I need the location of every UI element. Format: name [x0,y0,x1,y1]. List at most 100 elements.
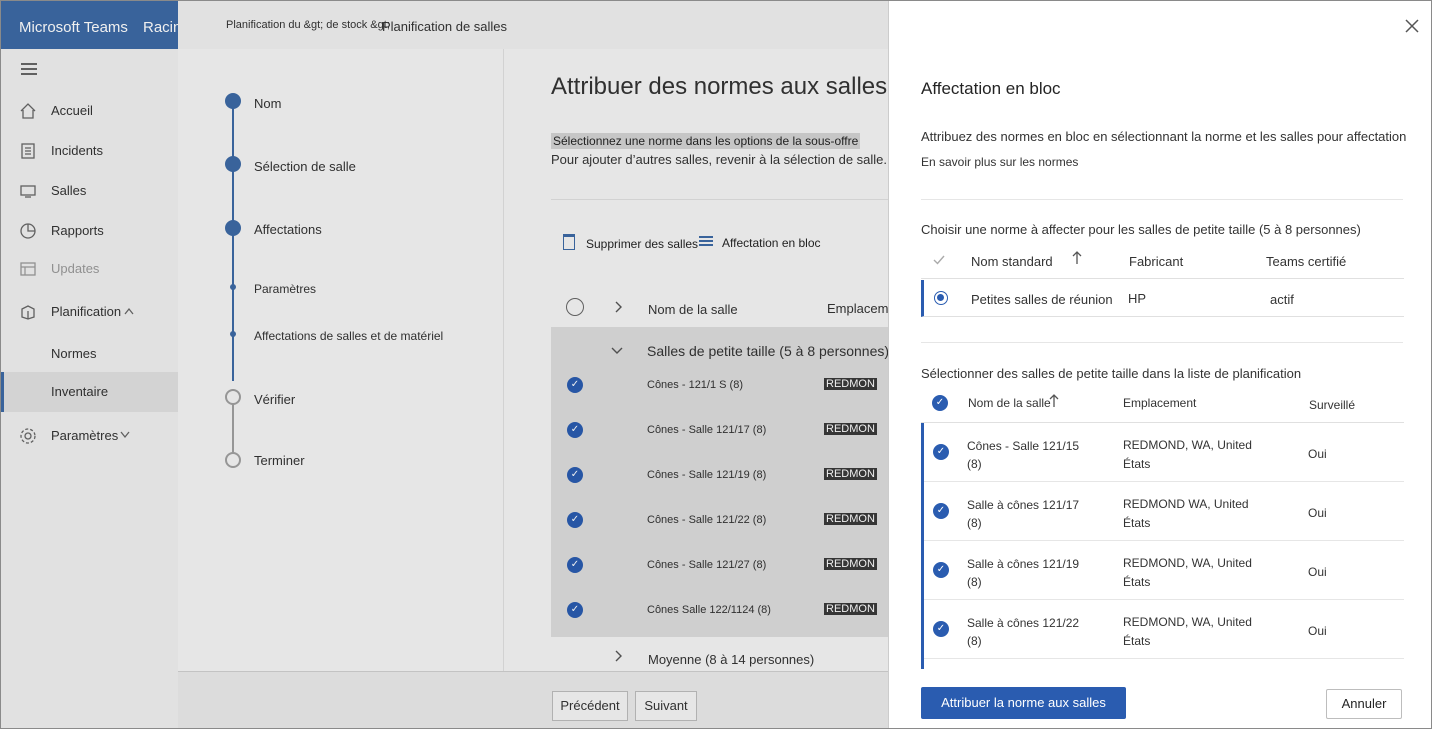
progress-line [232,101,234,381]
step-label: Affectations [254,222,322,237]
table-row[interactable]: ✓ Salle à cônes 121/17 (8) REDMOND WA, U… [924,482,1404,541]
rooms-table-header: ✓ Nom de la salle Emplacement Surveillé [921,383,1404,423]
room-location: REDMON [824,603,877,615]
sort-up-icon[interactable] [1049,394,1059,408]
standard-radio-selected[interactable] [934,291,948,305]
col-room-name[interactable]: Nom de la salle [648,302,738,317]
table-row[interactable]: ✓ Cônes - Salle 121/17 (8) REDMON [551,410,891,455]
bulk-list-icon [699,236,713,246]
nav-label: Updates [51,261,100,276]
checkmark-icon[interactable]: ✓ [567,467,583,483]
table-row[interactable]: ✓ Cônes - Salle 121/15 (8) REDMOND, WA, … [924,423,1404,482]
room-location: REDMOND WA, United États [1123,497,1249,530]
group-title-medium[interactable]: Moyenne (8 à 14 personnes) [648,652,814,667]
nav-item-salles[interactable]: Salles [1,171,178,211]
select-all-radio[interactable] [566,298,584,316]
nav-label: Salles [51,183,87,198]
previous-button[interactable]: Précédent [552,691,628,721]
step-dot-done [225,93,241,109]
room-name: Cônes - Salle 121/19 (8) [647,469,767,481]
checkmark-icon[interactable]: ✓ [567,422,583,438]
nav-item-inventaire[interactable]: Inventaire [1,372,178,412]
chevron-down-icon[interactable] [611,347,623,355]
assign-standard-button[interactable]: Attribuer la norme aux salles [921,687,1126,719]
reports-icon [20,223,36,239]
delete-rooms-button[interactable]: Supprimer des salles [586,237,698,251]
panel-description: Attribuez des normes en bloc en sélectio… [921,129,1407,144]
col-room-name[interactable]: Nom de la salle [968,396,1051,410]
cancel-button[interactable]: Annuler [1326,689,1402,719]
bulk-assign-button[interactable]: Affectation en bloc [722,236,821,250]
page-description: Sélectionnez une norme dans les options … [551,133,861,149]
nav-item-incidents[interactable]: Incidents [1,131,178,171]
step-dot-current [225,220,241,236]
table-row[interactable]: ✓ Salle à cônes 121/19 (8) REDMOND, WA, … [924,541,1404,600]
close-icon[interactable] [1405,19,1419,33]
table-row[interactable]: ✓ Cônes - Salle 121/19 (8) REDMON [551,455,891,500]
choose-standard-label: Choisir une norme à affecter pour les sa… [921,222,1361,237]
chevron-right-icon[interactable] [615,301,623,313]
col-manufacturer[interactable]: Fabricant [1129,254,1183,269]
divider [921,199,1403,200]
select-all-checkmark-icon[interactable]: ✓ [932,395,948,411]
toolbar [551,199,891,239]
checkmark-icon[interactable]: ✓ [933,444,949,460]
nav-item-parametres[interactable]: Paramètres [1,416,178,456]
checkmark-icon[interactable]: ✓ [567,557,583,573]
room-name: Cônes - Salle 121/17 (8) [647,424,767,436]
step-label: Paramètres [254,282,317,296]
room-monitored: Oui [1308,565,1327,579]
substep-dot [230,331,236,337]
checkmark-icon[interactable]: ✓ [567,377,583,393]
chevron-right-icon[interactable] [615,650,623,662]
checkmark-icon[interactable]: ✓ [567,512,583,528]
table-row[interactable]: ✓ Salle à cônes 121/22 (8) REDMOND, WA, … [924,600,1404,659]
room-name: Cônes Salle 122/1124 (8) [647,604,771,616]
main-content: Attribuer des normes aux salles Sélectio… [504,49,906,671]
col-monitored[interactable]: Surveillé [1309,398,1355,412]
standard-row[interactable]: Petites salles de réunion HP actif [921,280,1404,317]
page-title: Attribuer des normes aux salles [551,73,888,100]
col-standard-name[interactable]: Nom standard [971,254,1053,269]
nav-label: Incidents [51,143,104,158]
nav-item-updates[interactable]: Updates [1,249,178,289]
table-row[interactable]: ✓ Cônes Salle 122/1124 (8) REDMON [551,590,891,635]
brand-bar: Microsoft Teams Racine [1,1,190,49]
chevron-down-icon [120,431,130,439]
step-dot-done [225,156,241,172]
table-row[interactable]: ✓ Cônes - Salle 121/22 (8) REDMON [551,500,891,545]
step-label: Sélection de salle [254,159,356,174]
room-group-small: Salles de petite taille (5 à 8 personnes… [551,327,891,637]
sort-up-icon[interactable] [1072,251,1082,265]
next-button[interactable]: Suivant [635,691,697,721]
app-brand: Microsoft Teams [19,19,128,36]
step-label: Affectations de salles et de matériel [254,329,444,343]
hamburger-icon[interactable] [21,63,37,75]
left-nav: Microsoft Teams Racine Accueil Incidents… [1,1,190,728]
room-location: REDMOND, WA, United États [1123,556,1252,589]
room-name: Salle à cônes 121/19 (8) [967,557,1080,589]
nav-item-normes[interactable]: Normes [1,334,178,374]
group-title: Salles de petite taille (5 à 8 personnes… [647,343,890,359]
nav-label: Rapports [51,223,104,238]
select-rooms-label: Sélectionner des salles de petite taille… [921,366,1302,381]
substep-dot [230,284,236,290]
room-location: REDMON [824,513,877,525]
room-name: Cônes - 121/1 S (8) [647,379,743,391]
table-row[interactable]: ✓ Cônes - Salle 121/27 (8) REDMON [551,545,891,590]
table-row[interactable]: ✓ Cônes - 121/1 S (8) REDMON [551,365,891,410]
nav-item-planification[interactable]: Planification [1,292,178,332]
breadcrumb-parent[interactable]: Planification du &gt; de stock &gt; [226,19,390,31]
standard-manufacturer: HP [1128,291,1147,306]
col-location[interactable]: Emplacement [1123,396,1196,410]
nav-item-rapports[interactable]: Rapports [1,211,178,251]
nav-item-accueil[interactable]: Accueil [1,91,178,131]
room-monitored: Oui [1308,447,1327,461]
checkmark-icon[interactable]: ✓ [933,503,949,519]
checkmark-icon[interactable]: ✓ [567,602,583,618]
checkmark-icon[interactable]: ✓ [933,562,949,578]
room-name: Cônes - Salle 121/15 (8) [967,439,1080,471]
checkmark-icon[interactable]: ✓ [933,621,949,637]
col-teams-certified[interactable]: Teams certifié [1266,254,1346,269]
learn-more-link[interactable]: En savoir plus sur les normes [921,155,1078,169]
